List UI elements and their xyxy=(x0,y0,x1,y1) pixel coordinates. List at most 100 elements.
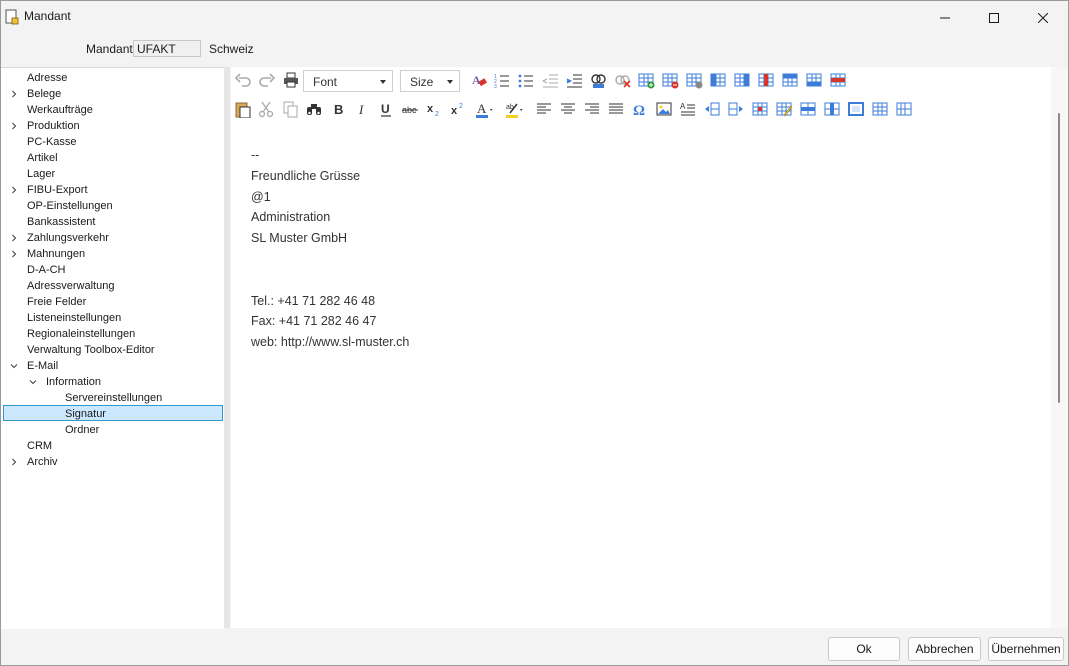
delete-column-icon[interactable] xyxy=(756,70,776,90)
table-border-icon[interactable] xyxy=(846,99,866,119)
insert-image-icon[interactable] xyxy=(654,99,674,119)
tree-item[interactable]: PC-Kasse xyxy=(1,134,223,150)
insert-table-icon[interactable] xyxy=(636,70,656,90)
undo-icon[interactable] xyxy=(233,70,253,90)
font-dropdown[interactable]: Font xyxy=(303,70,393,92)
superscript-icon[interactable]: x2 xyxy=(448,99,468,119)
split-cells-icon[interactable] xyxy=(822,99,842,119)
clear-format-icon[interactable]: A xyxy=(469,70,489,90)
special-character-icon[interactable]: Ω xyxy=(630,99,650,119)
editor-content[interactable]: -- Freundliche Grüsse @1 Administration SL M… xyxy=(251,145,1031,353)
cell-properties-icon[interactable] xyxy=(750,99,770,119)
tree-item[interactable]: OP-Einstellungen xyxy=(1,198,223,214)
tree-item[interactable]: Verwaltung Toolbox-Editor xyxy=(1,342,223,358)
find-icon[interactable] xyxy=(304,99,324,119)
minimize-button[interactable] xyxy=(921,1,969,34)
delete-row-icon[interactable] xyxy=(828,70,848,90)
tree-item[interactable]: Bankassistent xyxy=(1,214,223,230)
tree-item[interactable]: Werkaufträge xyxy=(1,102,223,118)
table-grid-icon[interactable] xyxy=(870,99,890,119)
split-cell-right-icon[interactable] xyxy=(726,99,746,119)
tree-item[interactable]: CRM xyxy=(1,438,223,454)
delete-table-icon[interactable] xyxy=(660,70,680,90)
subscript-icon[interactable]: x2 xyxy=(424,99,444,119)
tree-item[interactable]: Mahnungen xyxy=(1,246,223,262)
indent-icon[interactable] xyxy=(564,70,584,90)
numbered-list-icon[interactable]: 123 xyxy=(492,70,512,90)
insert-column-right-icon[interactable] xyxy=(732,70,752,90)
paragraph-icon[interactable]: A xyxy=(678,99,698,119)
tree-item[interactable]: Signatur xyxy=(3,405,223,421)
paste-icon[interactable] xyxy=(232,99,252,119)
chevron-down-icon[interactable] xyxy=(28,374,38,390)
chevron-right-icon[interactable] xyxy=(9,86,19,102)
tree-item[interactable]: Belege xyxy=(1,86,223,102)
tree-item[interactable]: FIBU-Export xyxy=(1,182,223,198)
tree-item[interactable]: Regionaleinstellungen xyxy=(1,326,223,342)
tree-item[interactable]: Servereinstellungen xyxy=(1,390,223,406)
outdent-icon[interactable] xyxy=(540,70,560,90)
print-icon[interactable] xyxy=(281,70,301,90)
apply-button[interactable]: Übernehmen xyxy=(988,637,1064,661)
tree-item[interactable]: Adresse xyxy=(1,70,223,86)
tree-item[interactable]: D-A-CH xyxy=(1,262,223,278)
underline-icon[interactable]: U xyxy=(376,99,396,119)
insert-column-left-icon[interactable] xyxy=(708,70,728,90)
tree-item[interactable]: Ordner xyxy=(1,422,223,438)
justify-icon[interactable] xyxy=(606,99,626,119)
tree-item[interactable]: Listeneinstellungen xyxy=(1,310,223,326)
highlight-color-icon[interactable]: ab xyxy=(504,99,524,119)
insert-row-below-icon[interactable] xyxy=(804,70,824,90)
scrollbar-thumb[interactable] xyxy=(1058,113,1060,403)
tree-item[interactable]: Zahlungsverkehr xyxy=(1,230,223,246)
align-center-icon[interactable] xyxy=(558,99,578,119)
redo-icon[interactable] xyxy=(257,70,277,90)
align-right-icon[interactable] xyxy=(582,99,602,119)
size-dropdown[interactable]: Size xyxy=(400,70,460,92)
merge-cells-icon[interactable] xyxy=(798,99,818,119)
cut-icon[interactable] xyxy=(256,99,276,119)
edit-cell-icon[interactable] xyxy=(774,99,794,119)
editor-scrollbar[interactable] xyxy=(1051,67,1068,628)
cancel-button[interactable]: Abbrechen xyxy=(908,637,981,661)
ok-button[interactable]: Ok xyxy=(828,637,900,661)
bullet-list-icon[interactable] xyxy=(516,70,536,90)
align-left-icon[interactable] xyxy=(534,99,554,119)
copy-icon[interactable] xyxy=(280,99,300,119)
tree-item[interactable]: Produktion xyxy=(1,118,223,134)
italic-icon[interactable]: I xyxy=(352,99,372,119)
tree-splitter[interactable] xyxy=(224,67,230,628)
table-columns-icon[interactable] xyxy=(894,99,914,119)
tree-item-label: Lager xyxy=(27,168,56,180)
remove-link-icon[interactable] xyxy=(612,70,632,90)
chevron-right-icon[interactable] xyxy=(9,246,19,262)
tree-item-label: Signatur xyxy=(65,408,106,420)
insert-row-above-icon[interactable] xyxy=(780,70,800,90)
chevron-right-icon[interactable] xyxy=(9,182,19,198)
tree-item[interactable]: Lager xyxy=(1,166,223,182)
chevron-right-icon[interactable] xyxy=(9,118,19,134)
chevron-down-icon[interactable] xyxy=(9,358,19,374)
tree-item[interactable]: E-Mail xyxy=(1,358,223,374)
bold-icon[interactable]: B xyxy=(328,99,348,119)
tree-item[interactable]: Adressverwaltung xyxy=(1,278,223,294)
maximize-button[interactable] xyxy=(970,1,1018,34)
signature-editor[interactable]: Font Size A 1 2 3 B I Uabc x 2 x 2 Aab Ω A -- Freundlic… xyxy=(231,67,1051,628)
close-button[interactable] xyxy=(1019,1,1067,34)
table-properties-icon[interactable] xyxy=(684,70,704,90)
split-cell-left-icon[interactable] xyxy=(702,99,722,119)
tree-item[interactable]: Information xyxy=(1,374,223,390)
font-color-icon[interactable]: A xyxy=(474,99,494,119)
tree-item[interactable]: Archiv xyxy=(1,454,223,470)
tree-item[interactable]: Freie Felder xyxy=(1,294,223,310)
title-bar: Mandant xyxy=(1,1,1068,34)
chevron-right-icon[interactable] xyxy=(9,454,19,470)
tree-item[interactable]: Artikel xyxy=(1,150,223,166)
insert-link-icon[interactable] xyxy=(588,70,608,90)
chevron-right-icon[interactable] xyxy=(9,230,19,246)
svg-text:A: A xyxy=(477,101,487,116)
strikethrough-icon[interactable]: abc xyxy=(400,99,420,119)
svg-text:x: x xyxy=(427,103,434,115)
svg-text:2: 2 xyxy=(435,111,439,118)
mandant-window: Mandant Mandant UFAKT Schweiz Adresse Bel… xyxy=(0,0,1069,666)
